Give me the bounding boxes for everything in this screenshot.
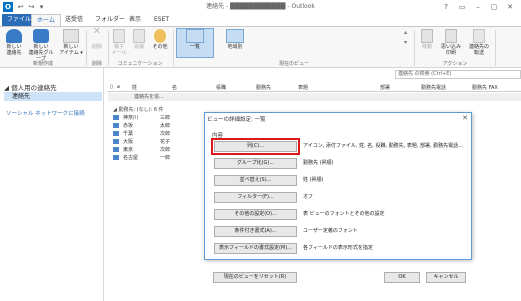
new-items-button[interactable]: 新しい アイテム ▾ bbox=[58, 29, 84, 56]
list-item[interactable]: 名古屋 一郎 bbox=[113, 155, 213, 162]
folder-item-contacts[interactable]: 連絡先 bbox=[4, 92, 102, 101]
new-items-icon bbox=[63, 29, 79, 43]
forward-contact-icon bbox=[473, 29, 485, 43]
column-header[interactable]: 部署 bbox=[380, 84, 390, 91]
column-header[interactable]: 名 bbox=[172, 84, 177, 91]
delete-icon: ✕ bbox=[92, 26, 102, 37]
move-icon bbox=[421, 29, 433, 43]
ribbon-separator bbox=[414, 30, 415, 66]
ribbon-display-icon[interactable]: ▭ bbox=[454, 1, 470, 13]
reset-view-button[interactable]: 現在のビューをリセット(R) bbox=[213, 272, 297, 283]
group-label-delete: 削除 bbox=[91, 61, 102, 67]
other-settings-value: 表 ビューのフォントとその他の設定 bbox=[303, 211, 385, 217]
highlight-box bbox=[211, 138, 300, 155]
group-by-button[interactable]: グループ化(G)... bbox=[214, 158, 297, 169]
column-header[interactable]: 勤務先 FAX bbox=[472, 84, 498, 91]
region-view-button[interactable]: 地域別 bbox=[218, 29, 252, 50]
close-button[interactable]: ✕ bbox=[502, 1, 518, 13]
filter-value: オフ bbox=[303, 194, 314, 200]
conditional-formatting-value: ユーザー定義のフォント bbox=[303, 228, 358, 234]
meeting-icon bbox=[133, 29, 145, 43]
group-label-actions: アクション bbox=[442, 61, 468, 67]
column-header[interactable]: 役職 bbox=[216, 84, 226, 91]
help-icon[interactable]: ? bbox=[438, 1, 454, 13]
forward-contact-button[interactable]: 連絡先の 転送 bbox=[466, 29, 492, 56]
ribbon-tabs: ファイル ホーム 送受信 フォルダー 表示 ESET bbox=[0, 14, 521, 26]
contact-card-icon bbox=[113, 115, 119, 120]
email-button[interactable]: 電子 メール bbox=[110, 29, 128, 56]
new-group-icon bbox=[33, 29, 49, 43]
new-contact-icon bbox=[6, 29, 22, 43]
new-contact-button[interactable]: 新しい 連絡先 bbox=[2, 29, 26, 56]
ribbon: 新しい 連絡先 新しい 連絡先グループ 新しい アイテム ▾ 新規作成 ✕ 削除… bbox=[0, 26, 521, 68]
list-item[interactable]: 神奈川 三郎 bbox=[113, 115, 213, 122]
column-header[interactable]: 表題 bbox=[298, 84, 308, 91]
group-label-new: 新規作成 bbox=[32, 61, 53, 67]
other-button[interactable]: その他 bbox=[150, 29, 170, 50]
list-item[interactable]: 赤坂 太郎 bbox=[113, 123, 213, 130]
column-header[interactable]: 勤務先電話 bbox=[421, 84, 446, 91]
dialog-title: ビューの詳細設定: 一覧 bbox=[207, 117, 266, 123]
format-columns-value: 各フィールドの表示形式を指定 bbox=[303, 245, 373, 251]
column-header[interactable]: 姓 bbox=[132, 84, 137, 91]
other-settings-button[interactable]: その他の設定(O)... bbox=[214, 209, 297, 220]
contact-card-icon bbox=[113, 155, 119, 160]
tab-send-receive[interactable]: 送受信 bbox=[60, 14, 88, 26]
move-button[interactable]: 移動 bbox=[418, 29, 436, 50]
search-input[interactable]: 連絡先 の検索 (Ctrl+E) bbox=[395, 70, 521, 79]
dialog-close-icon[interactable]: ✕ bbox=[462, 114, 468, 122]
printer-icon bbox=[445, 29, 457, 43]
columns-value: アイコン, 添付ファイル, 姓, 名, 役職, 勤務先, 表題, 部署, 勤務先… bbox=[303, 143, 463, 149]
my-contacts-heading[interactable]: ◢ 個人用の連絡先 bbox=[4, 82, 57, 92]
tab-eset[interactable]: ESET bbox=[149, 14, 174, 26]
list-view-button[interactable]: 一覧 bbox=[177, 29, 213, 50]
conditional-formatting-button[interactable]: 条件付き書式(A)... bbox=[214, 226, 297, 237]
ribbon-separator bbox=[495, 30, 496, 66]
group-label-current-view: 現在のビュー bbox=[278, 61, 309, 67]
sort-value: 姓 (昇順) bbox=[303, 177, 324, 183]
tab-home[interactable]: ホーム bbox=[31, 14, 61, 26]
ribbon-separator bbox=[173, 30, 174, 66]
contact-card-icon bbox=[113, 131, 119, 136]
contact-card-icon bbox=[113, 123, 119, 128]
gallery-scroll-icon[interactable]: ▾ bbox=[404, 39, 407, 46]
gallery-scroll-icon[interactable]: ▴ bbox=[404, 29, 407, 36]
minimize-button[interactable]: – bbox=[470, 1, 486, 13]
group-by-value: 勤務先 (昇順) bbox=[303, 160, 334, 166]
delete-button[interactable]: ✕ 削除 bbox=[88, 26, 106, 51]
format-columns-button[interactable]: 表示フィールドの書式設定(M)... bbox=[214, 243, 297, 254]
contact-card-icon bbox=[113, 139, 119, 144]
group-header[interactable]: ◢ 勤務先: (なし): 6 件 bbox=[113, 106, 164, 113]
tab-view[interactable]: 表示 bbox=[124, 14, 146, 26]
group-label-communication: コミュニケーション bbox=[117, 61, 163, 67]
collapse-chevron-icon[interactable]: ◢ bbox=[4, 84, 9, 92]
list-item[interactable]: 大阪 花子 bbox=[113, 139, 213, 146]
social-network-link[interactable]: ソーシャル ネットワークに接続 bbox=[6, 109, 85, 117]
maximize-button[interactable]: ▢ bbox=[486, 1, 502, 13]
new-contact-group-button[interactable]: 新しい 連絡先グループ bbox=[26, 29, 56, 62]
sort-button[interactable]: 並べ替え(S)... bbox=[214, 175, 297, 186]
cancel-button[interactable]: キャンセル bbox=[426, 272, 466, 283]
contact-card-icon bbox=[113, 147, 119, 152]
list-header: ▯ ⌀ 姓 名 役職 勤務先 表題 部署 勤務先電話 勤務先 FAX bbox=[108, 83, 521, 92]
column-header[interactable]: 勤務先 bbox=[256, 84, 271, 91]
new-contact-row[interactable]: 連絡先を追... bbox=[108, 93, 521, 101]
email-icon bbox=[113, 29, 125, 43]
list-item[interactable]: 東京 次郎 bbox=[113, 147, 213, 154]
list-view-icon bbox=[186, 29, 204, 43]
folder-pane bbox=[0, 68, 104, 301]
ok-button[interactable]: OK bbox=[384, 272, 420, 283]
list-item[interactable]: 千葉 次郎 bbox=[113, 131, 213, 138]
column-icon-header[interactable]: ▯ bbox=[110, 84, 113, 90]
filter-button[interactable]: フィルター(F)... bbox=[214, 192, 297, 203]
print-button[interactable]: 思い込み 印刷 bbox=[438, 29, 464, 56]
region-view-icon bbox=[226, 29, 244, 43]
meeting-button[interactable]: 会議 bbox=[131, 29, 147, 50]
advanced-view-settings-dialog: ビューの詳細設定: 一覧 ✕ 内容 列(C)... アイコン, 添付ファイル, … bbox=[204, 112, 472, 260]
column-attachment-header[interactable]: ⌀ bbox=[117, 84, 120, 90]
other-icon bbox=[154, 29, 166, 43]
